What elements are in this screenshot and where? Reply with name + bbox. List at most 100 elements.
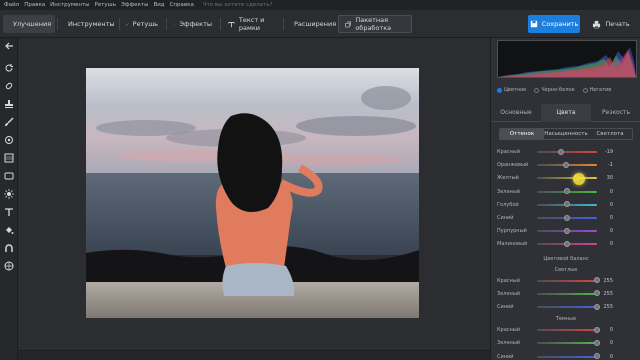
slider-track[interactable] [537, 214, 597, 221]
gradient-filter-icon[interactable] [3, 152, 15, 164]
photo-preview[interactable] [86, 68, 419, 318]
menu-view[interactable]: Вид [153, 2, 164, 8]
hue-slider-0[interactable]: Красный -19 [497, 146, 637, 158]
hue-slider-6[interactable]: Пурпурный 0 [497, 225, 637, 237]
effects-tab[interactable]: Эффекты [168, 15, 218, 33]
slider-track[interactable] [537, 290, 600, 297]
slider-track[interactable] [537, 174, 597, 181]
toolbar-divider [166, 18, 167, 30]
radial-filter-icon[interactable] [3, 134, 15, 146]
shadows-title: Темные [555, 316, 577, 323]
lights-slider-2[interactable]: Синий 255 [497, 301, 637, 313]
right-panel: Цветное Черно-белое Негатив Основные Цве… [490, 38, 640, 360]
globe-icon[interactable] [3, 260, 15, 272]
color-subtabs: Оттенок Насыщенность Светлота [499, 128, 633, 140]
tab-colors[interactable]: Цвета [541, 104, 591, 122]
slider-knob[interactable] [594, 290, 600, 297]
horseshoe-icon[interactable] [3, 242, 15, 254]
hue-slider-2[interactable]: Желтый 30 [497, 172, 637, 184]
save-label: Сохранить [541, 20, 579, 28]
bottom-bar [18, 350, 490, 360]
slider-knob[interactable] [594, 326, 600, 333]
slider-track[interactable] [537, 353, 600, 360]
retouch-tab[interactable]: Ретушь [120, 15, 164, 33]
menu-help[interactable]: Справка [170, 2, 194, 8]
slider-value: 0 [609, 228, 613, 235]
hue-slider-5[interactable]: Синий 0 [497, 212, 637, 224]
slider-knob[interactable] [564, 201, 570, 208]
slider-track[interactable] [537, 148, 597, 155]
menu-retouch[interactable]: Ретушь [95, 2, 116, 8]
lights-slider-1[interactable]: Зеленый 255 [497, 288, 637, 300]
subtab-hue[interactable]: Оттенок [500, 129, 544, 139]
slider-track[interactable] [537, 161, 597, 168]
slider-value: 255 [603, 277, 613, 284]
enhance-tab[interactable]: Улучшения [3, 15, 55, 33]
slider-knob[interactable] [564, 240, 570, 247]
slider-value: -19 [604, 149, 613, 155]
radio-negative[interactable]: Негатив [582, 87, 611, 93]
slider-knob[interactable] [594, 339, 600, 346]
radio-color[interactable]: Цветное [497, 87, 526, 93]
back-arrow-icon[interactable] [3, 40, 15, 52]
text-frames-tab[interactable]: Текст и рамки [222, 15, 282, 33]
batch-icon [345, 21, 351, 27]
slider-track[interactable] [537, 326, 600, 333]
paint-bucket-icon[interactable] [3, 224, 15, 236]
radio-dot [534, 87, 540, 93]
slider-label: Зеленый [497, 188, 521, 195]
menu-file[interactable]: Файл [4, 2, 19, 8]
slider-knob[interactable] [563, 161, 570, 168]
slider-track[interactable] [537, 188, 597, 195]
hue-slider-4[interactable]: Голубой 0 [497, 199, 637, 211]
slider-track[interactable] [537, 227, 597, 234]
slider-knob[interactable] [558, 148, 564, 155]
healing-brush-icon[interactable] [3, 80, 15, 92]
vignette-icon[interactable] [3, 170, 15, 182]
shadows-slider-1[interactable]: Зеленый 0 [497, 337, 637, 349]
slider-knob[interactable] [594, 277, 600, 284]
slider-knob[interactable] [564, 188, 570, 195]
image-canvas[interactable] [18, 38, 490, 350]
slider-track[interactable] [537, 303, 600, 310]
tools-tab[interactable]: Инструменты [58, 15, 118, 33]
menu-edit[interactable]: Правка [24, 2, 45, 8]
tab-basic[interactable]: Основные [491, 104, 541, 122]
retouch-label: Ретушь [132, 20, 158, 28]
hue-slider-3[interactable]: Зеленый 0 [497, 186, 637, 198]
menu-tools[interactable]: Инструменты [50, 2, 89, 8]
save-button[interactable]: Сохранить [528, 15, 580, 33]
text-frames-label: Текст и рамки [238, 16, 265, 32]
slider-value: 0 [609, 215, 613, 221]
batch-processing-button[interactable]: Пакетная обработка [338, 15, 412, 33]
rotate-icon[interactable] [3, 62, 15, 74]
subtab-saturation[interactable]: Насыщенность [544, 129, 588, 139]
stamp-icon[interactable] [3, 98, 15, 110]
shadows-slider-2[interactable]: Синий 0 [497, 351, 637, 360]
hue-slider-1[interactable]: Оранжевый -1 [497, 159, 637, 171]
print-label: Печать [605, 20, 630, 28]
slider-track[interactable] [537, 277, 600, 284]
brightness-icon[interactable] [3, 188, 15, 200]
slider-label: Красный [497, 277, 521, 284]
slider-knob[interactable] [564, 227, 570, 234]
shadows-slider-0[interactable]: Красный 0 [497, 324, 637, 336]
slider-track[interactable] [537, 201, 597, 208]
menu-effects[interactable]: Эффекты [121, 2, 149, 8]
subtab-lightness[interactable]: Светлота [588, 129, 632, 139]
slider-knob[interactable] [594, 303, 600, 310]
lights-slider-0[interactable]: Красный 255 [497, 275, 637, 287]
menu-search-input[interactable]: Что вы хотите сделать? [203, 2, 273, 8]
slider-knob[interactable] [564, 214, 570, 221]
text-tool-icon[interactable] [3, 206, 15, 218]
slider-track[interactable] [537, 339, 600, 346]
tab-sharpness[interactable]: Резкость [591, 104, 640, 122]
slider-value: 255 [603, 290, 613, 297]
brush-tool-icon[interactable] [3, 116, 15, 128]
print-button[interactable]: Печать [586, 15, 636, 33]
slider-knob[interactable] [594, 353, 600, 360]
slider-track[interactable] [537, 240, 597, 247]
extensions-tab[interactable]: Расширения [284, 15, 336, 33]
radio-bw[interactable]: Черно-белое [534, 87, 575, 93]
hue-slider-7[interactable]: Малиновый 0 [497, 238, 637, 250]
